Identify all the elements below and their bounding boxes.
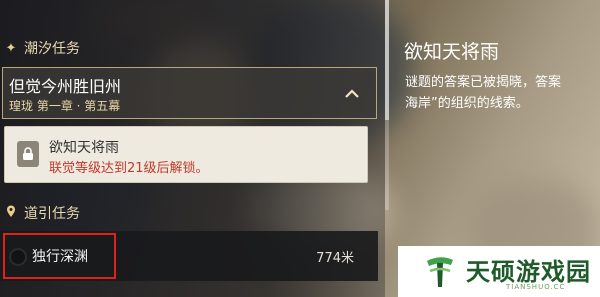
guide-quest-title: 道引任务 (24, 206, 80, 222)
watermark-subtext: TIANSHUO.CC (506, 283, 566, 291)
quest-group-card[interactable]: 但觉今州胜旧州 瑝珑 第一章 · 第五幕 (2, 67, 377, 119)
quest-detail-description: 谜题的答案已被揭晓，答案 海岸”的组织的线索。 (405, 75, 562, 111)
quest-list-scrollbar[interactable] (385, 0, 389, 210)
locked-quest-item[interactable]: 欲知天将雨 联觉等级达到21级后解锁。 (4, 126, 368, 183)
guide-quest-header: 道引任务 (0, 201, 80, 225)
sparkle-icon: ✦ (5, 40, 17, 56)
tidal-quest-header: ✦ 潮汐任务 (0, 36, 80, 60)
site-watermark: 天硕游戏园 TIANSHUO.CC (398, 246, 600, 297)
lock-icon (17, 141, 39, 167)
tidal-quest-title: 潮汐任务 (24, 41, 80, 57)
watermark-logo-icon (424, 253, 456, 289)
locked-quest-name: 欲知天将雨 (49, 140, 119, 156)
quest-list-panel: ✦ 潮汐任务 但觉今州胜旧州 瑝珑 第一章 · 第五幕 欲知天将雨 联觉等级达到… (0, 0, 385, 297)
chevron-up-icon[interactable] (344, 84, 360, 103)
quest-detail-title: 欲知天将雨 (404, 41, 500, 63)
watermark-text: 天硕游戏园 (466, 258, 591, 286)
guide-quest-distance: 774米 (316, 251, 354, 266)
highlight-annotation-box (3, 233, 116, 279)
quest-group-chapter: 瑝珑 第一章 · 第五幕 (9, 99, 121, 113)
unlock-requirement: 联觉等级达到21级后解锁。 (49, 161, 209, 176)
location-pin-icon (4, 205, 18, 222)
quest-group-name: 但觉今州胜旧州 (9, 77, 122, 96)
scrollbar-thumb[interactable] (385, 0, 389, 120)
